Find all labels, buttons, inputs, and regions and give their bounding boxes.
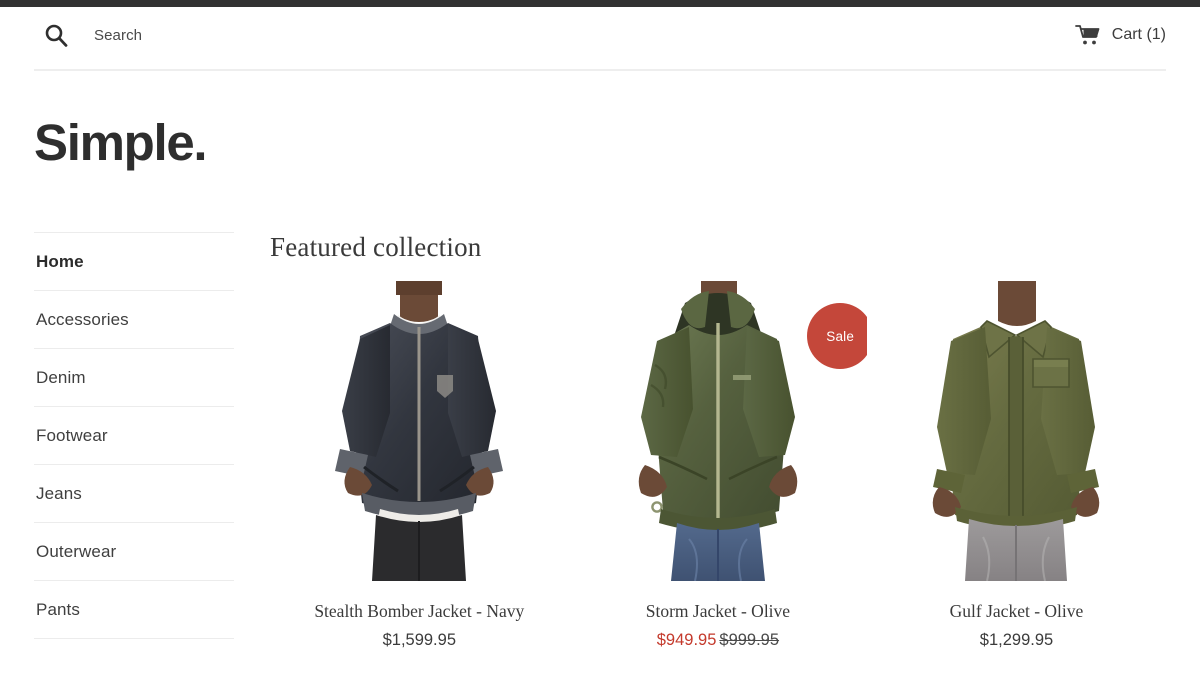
product-title[interactable]: Gulf Jacket - Olive [867, 601, 1166, 622]
product-price-value: $1,599.95 [382, 631, 456, 649]
product-card[interactable]: Gulf Jacket - Olive $1,299.95 [867, 281, 1166, 651]
search-label[interactable]: Search [94, 27, 142, 44]
sale-badge: Sale [807, 303, 868, 369]
product-price-sale: $949.95 [656, 631, 717, 649]
product-price-compare-at: $999.95 [719, 631, 780, 649]
sidebar-item-footwear[interactable]: Footwear [34, 406, 234, 464]
product-media[interactable] [270, 281, 569, 581]
sidebar-item-jeans[interactable]: Jeans [34, 464, 234, 522]
header-divider [34, 69, 1166, 71]
product-title[interactable]: Stealth Bomber Jacket - Navy [270, 601, 569, 622]
cart-label[interactable]: Cart (1) [1112, 26, 1166, 44]
sidebar-item-pants[interactable]: Pants [34, 580, 234, 639]
page-title: Featured collection [270, 232, 482, 262]
cart-icon[interactable] [1074, 24, 1101, 46]
product-media[interactable]: Sale [569, 281, 868, 581]
product-image-gulf-jacket[interactable] [891, 281, 1142, 581]
top-accent-bar [0, 0, 1200, 7]
sidebar-item-home[interactable]: Home [34, 232, 234, 290]
product-price: $1,299.95 [867, 631, 1166, 651]
product-card[interactable]: Sale Storm Jacket - Olive $949.95 $999.95 [569, 281, 868, 651]
product-card[interactable]: Stealth Bomber Jacket - Navy $1,599.95 [270, 281, 569, 651]
product-price-value: $1,299.95 [979, 631, 1054, 649]
product-image-stealth-bomber-jacket[interactable] [294, 281, 545, 581]
product-grid: Stealth Bomber Jacket - Navy $1,599.95 S… [270, 281, 1166, 651]
sidebar-item-accessories[interactable]: Accessories [34, 290, 234, 348]
product-price: $1,599.95 [270, 631, 569, 651]
product-media[interactable] [867, 281, 1166, 581]
product-image-storm-jacket[interactable] [592, 281, 843, 581]
sidebar-item-denim[interactable]: Denim [34, 348, 234, 406]
main-content: Featured collection Stealth Bomber Jacke… [270, 232, 1166, 649]
sidebar-nav: Home Accessories Denim Footwear Jeans Ou… [34, 232, 234, 639]
cart-control[interactable]: Cart (1) [1074, 24, 1166, 46]
site-logo[interactable]: Simple. [34, 117, 208, 168]
search-control[interactable]: Search [44, 23, 142, 48]
search-icon[interactable] [44, 23, 69, 48]
product-price: $949.95 $999.95 [569, 631, 868, 651]
product-title[interactable]: Storm Jacket - Olive [569, 601, 868, 622]
sidebar-item-outerwear[interactable]: Outerwear [34, 522, 234, 580]
utility-header: Search Cart (1) [34, 7, 1166, 70]
